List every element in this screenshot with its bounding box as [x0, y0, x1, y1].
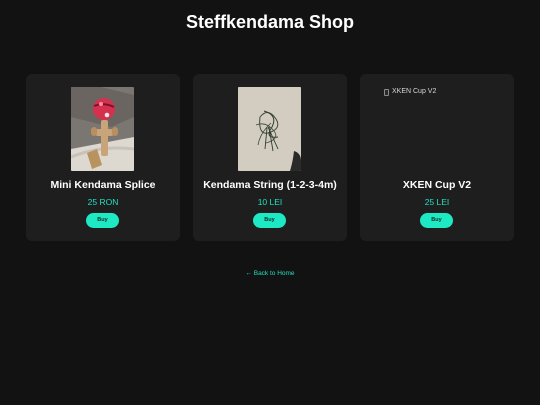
buy-button[interactable]: Buy — [420, 213, 453, 228]
mini-kendama-photo — [71, 87, 134, 171]
image-alt-text: XKEN Cup V2 — [392, 88, 437, 95]
page-title: Steffkendama Shop — [185, 12, 355, 32]
product-card-mini-kendama: Mini Kendama Splice 25 RON Buy — [26, 74, 180, 241]
product-price: 25 LEI — [424, 197, 450, 207]
product-name: Mini Kendama Splice — [50, 179, 156, 191]
kendama-string-photo — [238, 87, 301, 171]
product-price: 10 LEI — [257, 197, 283, 207]
broken-image-icon — [384, 88, 389, 96]
back-to-home-link[interactable]: ← Back to Home — [0, 269, 540, 278]
product-card-kendama-string: Kendama String (1-2-3-4m) 10 LEI Buy — [193, 74, 347, 241]
product-price: 25 RON — [87, 197, 119, 207]
product-name: XKEN Cup V2 — [402, 179, 472, 191]
shop-page: Steffkendama Shop Mini Kendama Splice 25… — [0, 0, 540, 405]
buy-button[interactable]: Buy — [86, 213, 119, 228]
buy-button[interactable]: Buy — [253, 213, 286, 228]
product-card-xken-cup: XKEN Cup V2 XKEN Cup V2 25 LEI Buy — [360, 74, 514, 241]
product-name: Kendama String (1-2-3-4m) — [203, 179, 337, 191]
product-image-broken: XKEN Cup V2 — [384, 86, 436, 98]
product-grid: Mini Kendama Splice 25 RON Buy Kendama S… — [26, 74, 515, 241]
